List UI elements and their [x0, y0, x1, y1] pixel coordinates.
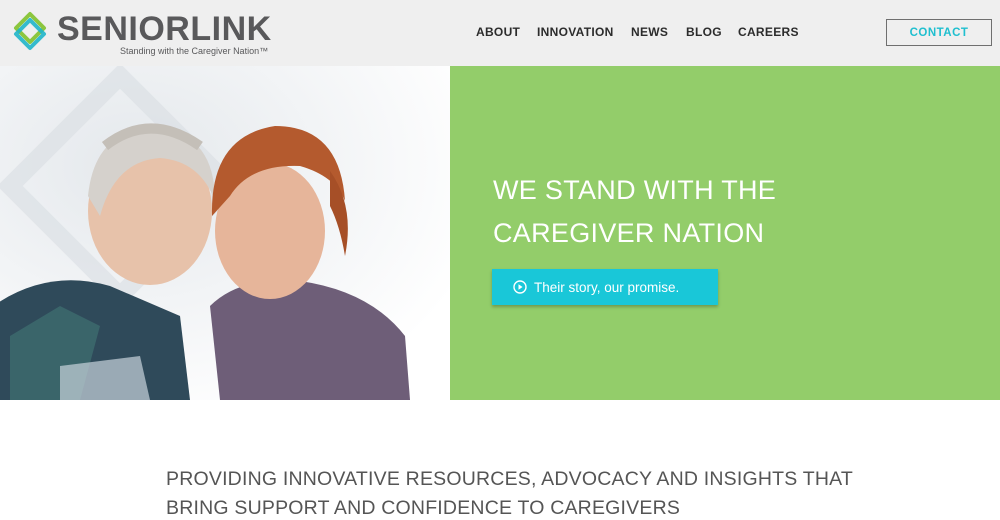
nav-careers[interactable]: CAREERS	[738, 25, 799, 39]
nav-about[interactable]: ABOUT	[476, 25, 520, 39]
hero-title-line1: WE STAND WITH THE	[493, 175, 777, 205]
contact-button[interactable]: CONTACT	[886, 19, 992, 46]
intro-heading-line1: PROVIDING INNOVATIVE RESOURCES, ADVOCACY…	[166, 468, 853, 490]
caregiver-photo-illustration	[0, 66, 450, 400]
play-circle-icon	[513, 280, 527, 294]
seniorlink-logo[interactable]: SENIORLINK Standing with the Caregiver N…	[10, 6, 280, 62]
site-header: SENIORLINK Standing with the Caregiver N…	[0, 0, 1000, 66]
intro-heading: PROVIDING INNOVATIVE RESOURCES, ADVOCACY…	[166, 465, 866, 520]
hero-photo	[0, 66, 450, 400]
hero-title-line2: CAREGIVER NATION	[493, 218, 765, 248]
hero-panel: WE STAND WITH THE CAREGIVER NATION Their…	[450, 66, 1000, 400]
hero-section: WE STAND WITH THE CAREGIVER NATION Their…	[0, 66, 1000, 400]
logo-tagline: Standing with the Caregiver Nation™	[120, 46, 269, 56]
hero-title: WE STAND WITH THE CAREGIVER NATION	[493, 169, 973, 255]
nav-innovation[interactable]: INNOVATION	[537, 25, 614, 39]
logo-mark-icon	[14, 12, 46, 50]
story-button-label: Their story, our promise.	[534, 279, 680, 295]
nav-blog[interactable]: BLOG	[686, 25, 722, 39]
intro-heading-line2: BRING SUPPORT AND CONFIDENCE TO CAREGIVE…	[166, 497, 681, 519]
nav-news[interactable]: NEWS	[631, 25, 668, 39]
story-video-button[interactable]: Their story, our promise.	[492, 269, 718, 305]
logo-wordmark: SENIORLINK	[57, 10, 272, 48]
